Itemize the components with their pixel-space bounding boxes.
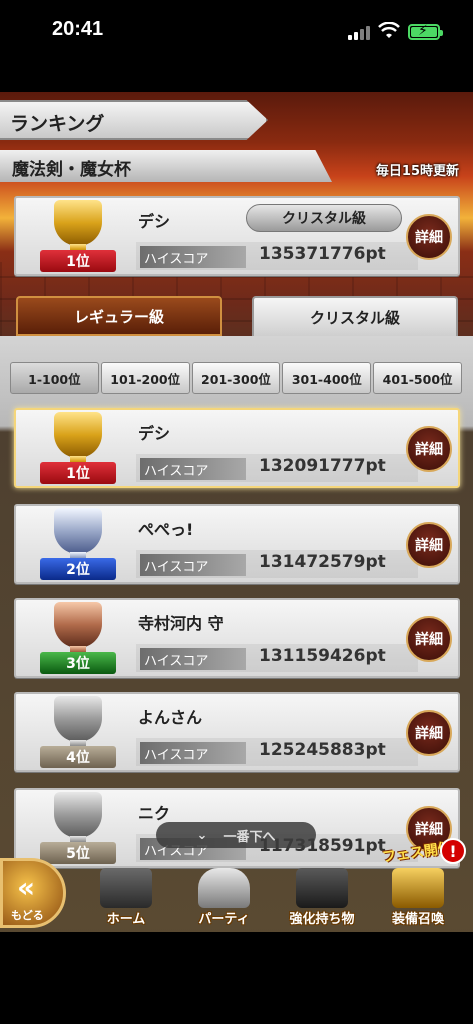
score-value: 131472579pt [259, 552, 386, 572]
nav-home-label: ホーム [106, 912, 146, 927]
player-name: ぺぺっ! [138, 520, 194, 539]
score-value: 135371776pt [259, 244, 386, 264]
range-1-100[interactable]: 1-100位 [10, 362, 99, 394]
range-101-200[interactable]: 101-200位 [100, 362, 190, 394]
ranking-row: 1位 デシ ハイスコア 132091777pt 詳細 [14, 408, 460, 488]
wifi-icon [378, 22, 400, 38]
nav-party[interactable]: パーティ [184, 868, 264, 928]
gold-trophy-icon: 1位 [40, 412, 116, 486]
range-201-300[interactable]: 201-300位 [191, 362, 281, 394]
nav-items-label: 強化持ち物 [289, 912, 355, 927]
chess-icon [198, 868, 250, 908]
range-401-500[interactable]: 401-500位 [373, 362, 462, 394]
ranking-row: 3位 寺村河内 守 ハイスコア 131159426pt 詳細 [14, 598, 460, 678]
bronze-trophy-icon: 3位 [40, 602, 116, 676]
score-label: ハイスコア [140, 554, 246, 576]
my-rank-card: 1位 デシ クリスタル級 ハイスコア 135371776pt 詳細 [14, 196, 460, 276]
gold-trophy-icon: 1位 [40, 200, 116, 274]
nav-party-label: パーティ [198, 912, 250, 927]
player-name: ニク [138, 804, 171, 823]
treasure-chest-icon [392, 868, 444, 908]
event-title: 魔法剣・魔女杯 [12, 160, 131, 180]
score-label: ハイスコア [140, 648, 246, 670]
range-selector: 1-100位 101-200位 201-300位 301-400位 401-50… [10, 362, 462, 394]
rank-label: 1位 [40, 250, 116, 272]
scroll-bottom-label: 一番下へ [223, 829, 276, 845]
grey-trophy-icon: 5位 [40, 792, 116, 866]
page-title: ランキング [10, 113, 105, 135]
ranking-row: 4位 よんさん ハイスコア 125245883pt 詳細 [14, 692, 460, 772]
detail-button[interactable]: 詳細 [406, 214, 452, 260]
tab-regular[interactable]: レギュラー級 [16, 296, 222, 336]
book-icon [100, 868, 152, 908]
bottom-nav [0, 928, 473, 932]
nav-home[interactable]: ホーム [86, 868, 166, 928]
detail-button[interactable]: 詳細 [406, 426, 452, 472]
rank-label: 3位 [40, 652, 116, 674]
score-value: 125245883pt [259, 740, 386, 760]
class-tag: クリスタル級 [246, 204, 402, 232]
silver-trophy-icon: 2位 [40, 508, 116, 582]
player-name: よんさん [138, 708, 203, 727]
game-view: ランキング 魔法剣・魔女杯 毎日15時更新 1位 デシ クリスタル級 ハイスコア… [0, 92, 473, 932]
anvil-icon [296, 868, 348, 908]
nav-summon[interactable]: 装備召喚 [378, 868, 458, 928]
nav-summon-label: 装備召喚 [391, 912, 444, 927]
update-note: 毎日15時更新 [375, 164, 459, 179]
detail-button[interactable]: 詳細 [406, 522, 452, 568]
rank-label: 4位 [40, 746, 116, 768]
player-name: 寺村河内 守 [138, 614, 224, 633]
signal-icon [348, 26, 370, 40]
player-name: デシ [138, 212, 171, 231]
player-name: デシ [138, 424, 171, 443]
tab-crystal[interactable]: クリスタル級 [252, 296, 458, 336]
score-value: 132091777pt [259, 456, 386, 476]
score-value: 131159426pt [259, 646, 386, 666]
rank-label: 1位 [40, 462, 116, 484]
ranking-row: 2位 ぺぺっ! ハイスコア 131472579pt 詳細 [14, 504, 460, 584]
range-301-400[interactable]: 301-400位 [282, 362, 372, 394]
event-title-bar: 魔法剣・魔女杯 [0, 150, 332, 182]
notification-badge: ! [440, 838, 466, 864]
nav-items[interactable]: 強化持ち物 [282, 868, 362, 928]
page-title-bar: ランキング [0, 100, 268, 140]
score-label: ハイスコア [140, 458, 246, 480]
chevron-down-icon: ⌄ [196, 827, 208, 843]
rank-label: 5位 [40, 842, 116, 864]
rank-label: 2位 [40, 558, 116, 580]
status-bar: 20:41 ⚡ [0, 0, 473, 62]
detail-button[interactable]: 詳細 [406, 710, 452, 756]
screen: 20:41 ⚡ ランキング 魔法剣・魔女杯 毎日15時更新 1位 デシ クリスタ… [0, 0, 473, 1024]
battery-icon: ⚡ [408, 23, 443, 40]
score-label: ハイスコア [140, 246, 246, 268]
detail-button[interactable]: 詳細 [406, 616, 452, 662]
back-label: もどる [11, 909, 44, 922]
back-arrow-icon: « [17, 871, 36, 904]
grey-trophy-icon: 4位 [40, 696, 116, 770]
scroll-bottom-button[interactable]: ⌄ 一番下へ [156, 822, 316, 848]
clock: 20:41 [52, 18, 104, 40]
score-label: ハイスコア [140, 742, 246, 764]
